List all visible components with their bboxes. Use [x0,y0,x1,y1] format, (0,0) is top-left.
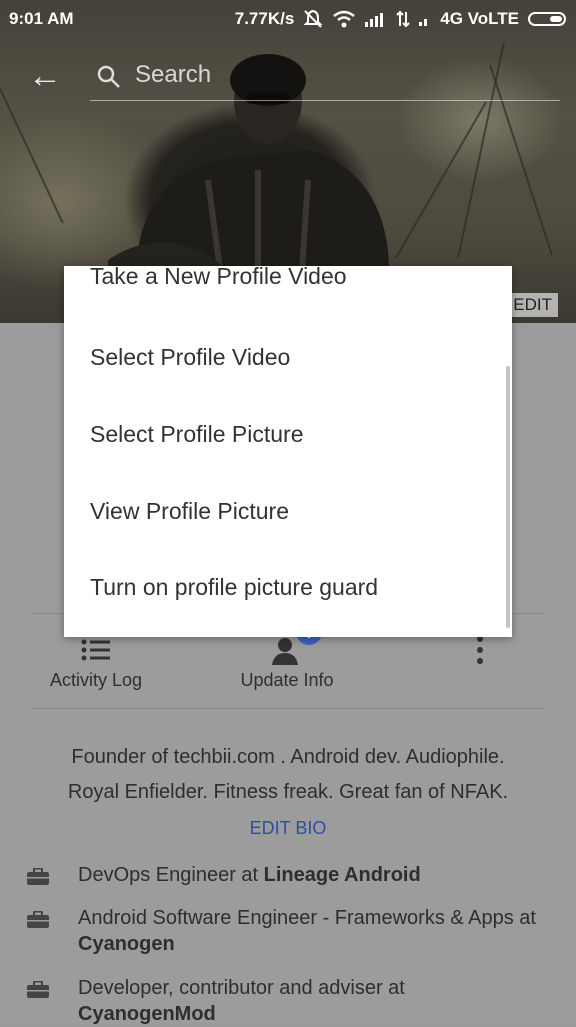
more-options-icon [477,636,483,664]
work-text: Android Software Engineer - Frameworks &… [78,905,538,957]
activity-log-button[interactable]: Activity Log [36,630,156,691]
update-info-label: Update Info [240,670,334,690]
work-title: Developer, contributor and adviser at [78,977,405,999]
search-input[interactable]: Search [135,61,211,89]
edit-cover-button[interactable]: EDIT [507,293,558,317]
network-speed: 7.77K/s [234,9,295,28]
menu-item-select-profile-video[interactable]: Select Profile Video [90,344,290,371]
bio-line-2: Royal Enfielder. Fitness freak. Great fa… [67,781,509,803]
search-underline [90,100,560,101]
activity-log-icon [81,639,110,661]
briefcase-icon [27,868,49,885]
briefcase-icon [27,911,49,928]
briefcase-icon [27,981,49,998]
mute-bell-icon [303,9,323,28]
back-arrow-icon[interactable]: ← [28,59,62,93]
update-info-button[interactable]: Update Info [227,619,347,691]
menu-item-profile-picture-guard[interactable]: Turn on profile picture guard [90,574,378,601]
profile-picture-menu: Take a New Profile Video Select Profile … [64,266,512,637]
menu-scrollbar[interactable] [506,366,510,628]
battery-icon [528,12,566,26]
search-bar: ← Search [0,52,576,104]
network-type: 4G VoLTE [440,9,519,28]
status-time: 9:01 AM [9,9,74,28]
work-org: CyanogenMod [78,1003,216,1025]
work-title: DevOps Engineer at [78,864,264,886]
work-text: Developer, contributor and adviser at Cy… [78,975,538,1027]
menu-item-view-profile-picture[interactable]: View Profile Picture [90,498,289,525]
wifi-icon [333,10,356,28]
status-bar: 9:01 AM 7.77K/s 4G VoLTE [0,0,576,40]
signal-small-icon [419,19,428,26]
menu-item-take-profile-video[interactable]: Take a New Profile Video [90,266,347,290]
edit-bio-button[interactable]: EDIT BIO [0,818,576,839]
data-arrows-icon [396,10,410,28]
search-icon[interactable] [96,64,122,90]
signal-icon [365,13,384,27]
divider-bottom [31,708,545,709]
work-text: DevOps Engineer at Lineage Android [78,862,538,888]
activity-log-label: Activity Log [49,670,143,690]
work-org: Cyanogen [78,933,175,955]
menu-item-select-profile-picture[interactable]: Select Profile Picture [90,421,303,448]
work-title: Android Software Engineer - Frameworks &… [78,907,536,929]
work-org: Lineage Android [263,864,421,886]
bio-text: Founder of techbii.com . Android dev. Au… [0,740,576,810]
bio-line-1: Founder of techbii.com . Android dev. Au… [71,746,505,768]
